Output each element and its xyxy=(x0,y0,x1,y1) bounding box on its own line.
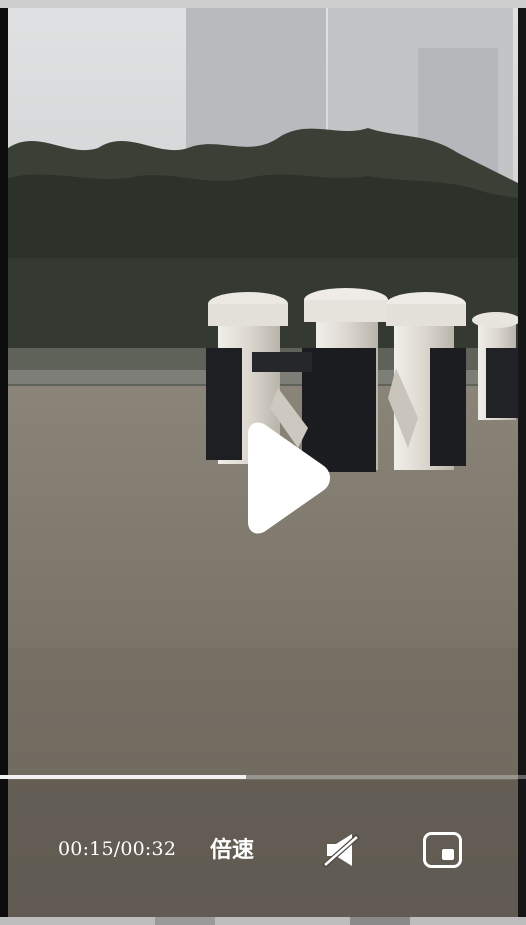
pip-button[interactable] xyxy=(422,831,464,869)
video-frame[interactable] xyxy=(8,8,518,917)
time-display: 00:15/00:32 xyxy=(58,838,177,860)
picture-in-picture-icon xyxy=(423,832,462,868)
play-button[interactable] xyxy=(228,418,340,540)
mute-button[interactable] xyxy=(322,832,362,868)
play-icon xyxy=(248,422,330,534)
player-controls: 00:15/00:32 倍速 xyxy=(0,820,526,880)
bottom-edge-strip xyxy=(0,917,526,925)
muted-speaker-icon xyxy=(322,834,360,868)
progress-bar-fill xyxy=(0,775,247,779)
top-edge-strip xyxy=(0,0,526,8)
left-letterbox xyxy=(0,8,8,918)
progress-bar[interactable] xyxy=(0,775,526,779)
speed-button[interactable]: 倍速 xyxy=(210,832,254,864)
right-letterbox xyxy=(518,8,526,918)
